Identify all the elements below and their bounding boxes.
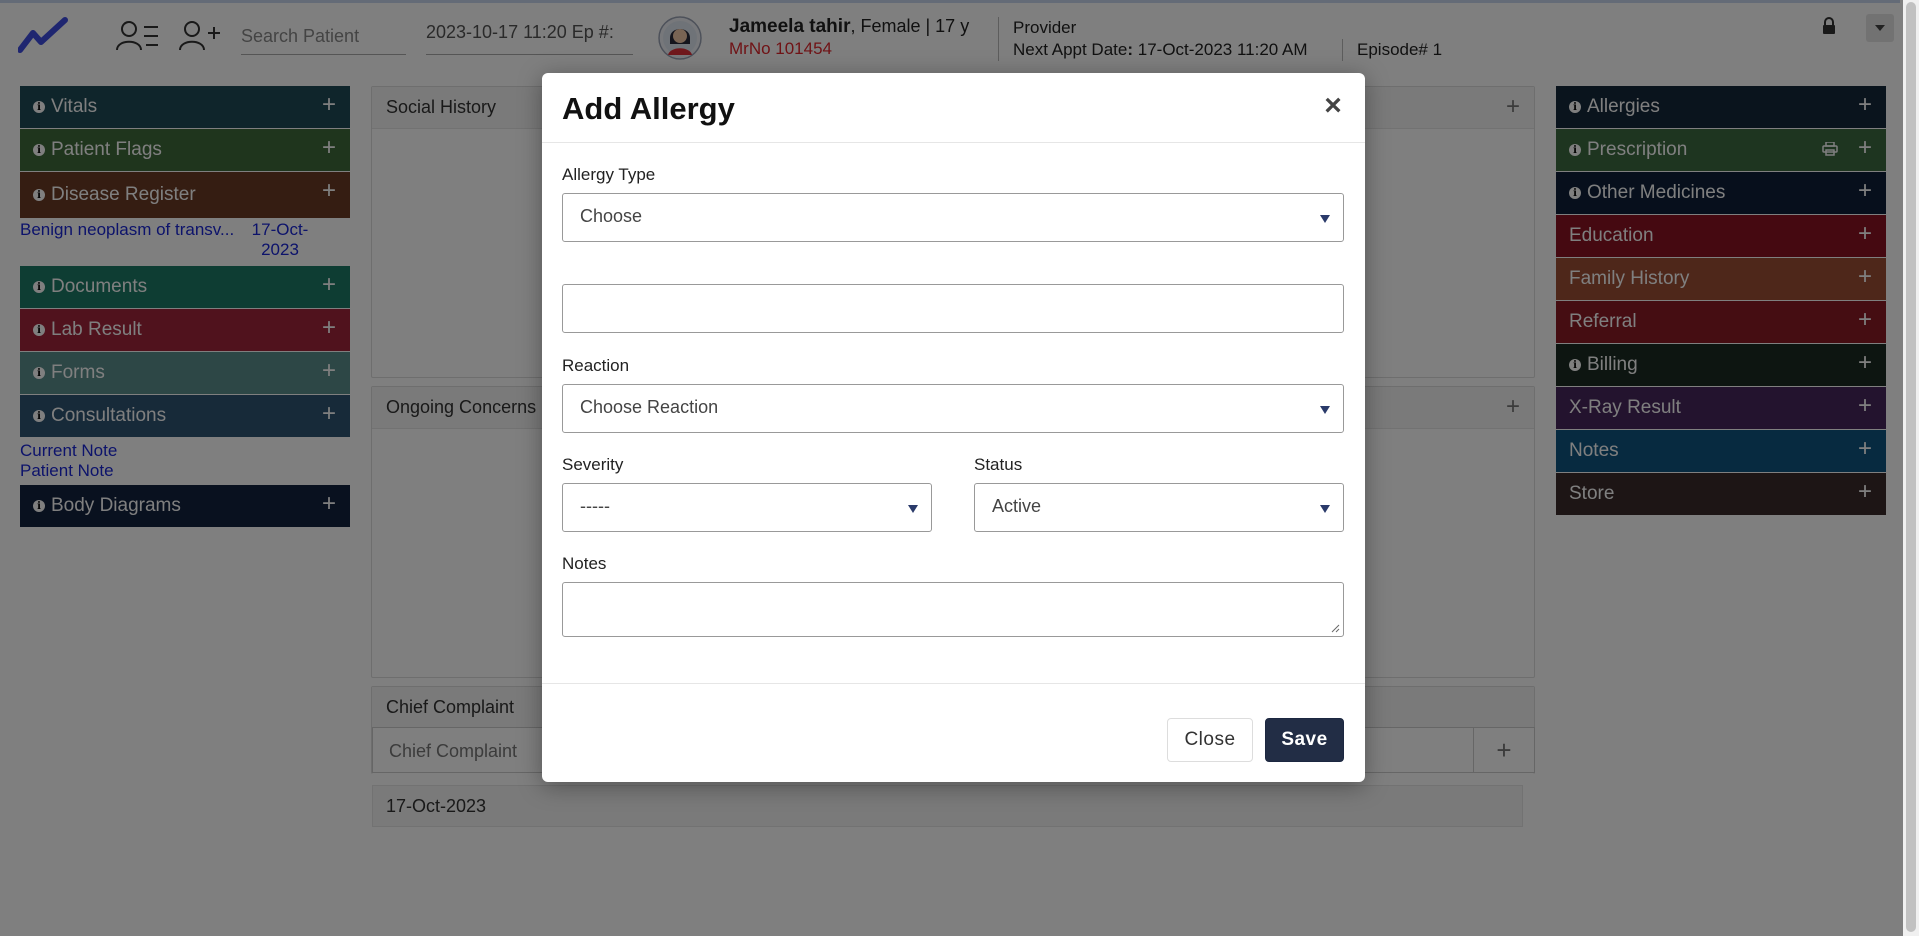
- notes-label: Notes: [562, 554, 607, 573]
- allergy-type-value: Choose: [580, 206, 643, 226]
- reaction-select[interactable]: Choose Reaction: [562, 384, 1344, 433]
- modal-header-divider: [542, 142, 1365, 143]
- save-button[interactable]: Save: [1265, 718, 1344, 762]
- close-icon[interactable]: ×: [1318, 91, 1348, 121]
- modal-title: Add Allergy: [562, 91, 735, 126]
- modal-footer-divider: [542, 683, 1365, 684]
- close-button[interactable]: Close: [1167, 718, 1253, 762]
- allergy-type-select[interactable]: Choose: [562, 193, 1344, 242]
- status-select[interactable]: Active: [974, 483, 1344, 532]
- status-label: Status: [974, 455, 1023, 474]
- severity-label: Severity: [562, 455, 624, 474]
- notes-textarea[interactable]: [562, 582, 1344, 637]
- status-value: Active: [992, 496, 1042, 516]
- resize-handle-icon[interactable]: [1330, 623, 1340, 633]
- scrollbar-thumb[interactable]: [1906, 2, 1916, 932]
- severity-select[interactable]: -----: [562, 483, 932, 532]
- reaction-value: Choose Reaction: [580, 397, 719, 417]
- allergy-type-label: Allergy Type: [562, 165, 656, 184]
- reaction-label: Reaction: [562, 356, 630, 375]
- allergy-name-input[interactable]: [562, 284, 1344, 333]
- add-allergy-modal: Add Allergy × Allergy Type Choose Reacti…: [542, 73, 1365, 782]
- severity-value: -----: [580, 496, 610, 516]
